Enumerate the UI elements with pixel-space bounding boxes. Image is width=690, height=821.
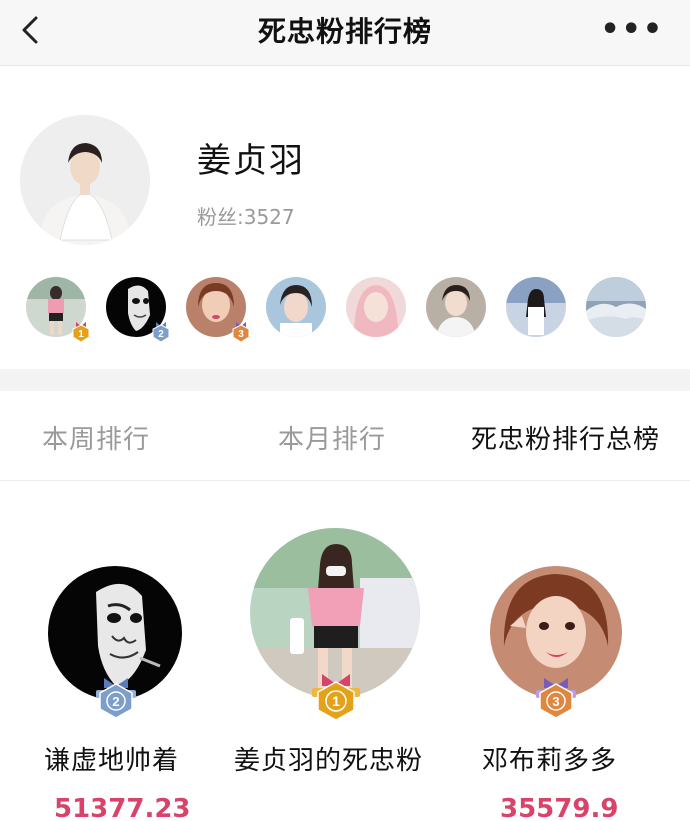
rank-1-badge-icon: 1	[72, 322, 90, 343]
top-three-podium: 2 谦虚地帅着 51377.23 1 姜贞羽的死忠粉 3 邓布莉多多 35579…	[0, 482, 690, 821]
fan-avatar-item[interactable]	[266, 277, 326, 337]
section-divider	[0, 369, 690, 391]
fan-avatar-item[interactable]	[506, 277, 566, 337]
avatar	[506, 277, 566, 337]
avatar	[266, 277, 326, 337]
idol-name: 姜贞羽	[197, 141, 305, 181]
rank-3-badge-icon: 3	[536, 678, 576, 719]
avatar	[586, 277, 646, 337]
top-navigation-bar: 死忠粉排行榜 •••	[0, 0, 690, 66]
badge-label: 3	[552, 694, 559, 709]
fan-avatar-item[interactable]: 3	[186, 277, 250, 343]
fan-avatar-item[interactable]	[586, 277, 646, 337]
podium-third-score: 35579.9	[500, 794, 619, 821]
idol-avatar[interactable]	[20, 115, 150, 245]
avatar	[346, 277, 406, 337]
fan-avatar-item[interactable]: 1	[26, 277, 90, 343]
fan-avatar-item[interactable]: 2	[106, 277, 170, 343]
rank-1-badge-icon: 1	[312, 674, 360, 721]
avatar	[426, 277, 486, 337]
tab-weekly[interactable]: 本周排行	[42, 419, 150, 456]
rank-2-badge-icon: 2	[96, 678, 136, 719]
svg-text:3: 3	[238, 329, 244, 340]
fans-count: 粉丝:3527	[197, 205, 295, 229]
fan-avatar-item[interactable]	[346, 277, 406, 337]
badge-label: 2	[112, 694, 119, 709]
idol-profile-section: 姜贞羽 粉丝:3527 1 2 3	[0, 67, 690, 369]
rank-2-badge-icon: 2	[152, 322, 170, 343]
top-fans-avatar-row: 1 2 3	[26, 277, 666, 343]
podium-second-score: 51377.23	[54, 794, 191, 821]
podium-second-name: 谦虚地帅着	[44, 746, 180, 776]
podium-third-name: 邓布莉多多	[482, 746, 618, 776]
badge-label: 1	[332, 693, 340, 709]
tab-monthly[interactable]: 本月排行	[278, 419, 386, 456]
svg-text:1: 1	[78, 329, 84, 340]
more-dots-icon[interactable]: •••	[600, 12, 664, 47]
rank-3-badge-icon: 3	[232, 322, 250, 343]
tab-all-time[interactable]: 死忠粉排行总榜	[471, 419, 660, 456]
svg-text:2: 2	[158, 329, 164, 340]
podium-first-name: 姜贞羽的死忠粉	[234, 746, 424, 776]
page-title: 死忠粉排行榜	[257, 15, 432, 48]
fan-avatar-item[interactable]	[426, 277, 486, 337]
ranking-tabs: 本周排行 本月排行 死忠粉排行总榜	[0, 391, 690, 481]
